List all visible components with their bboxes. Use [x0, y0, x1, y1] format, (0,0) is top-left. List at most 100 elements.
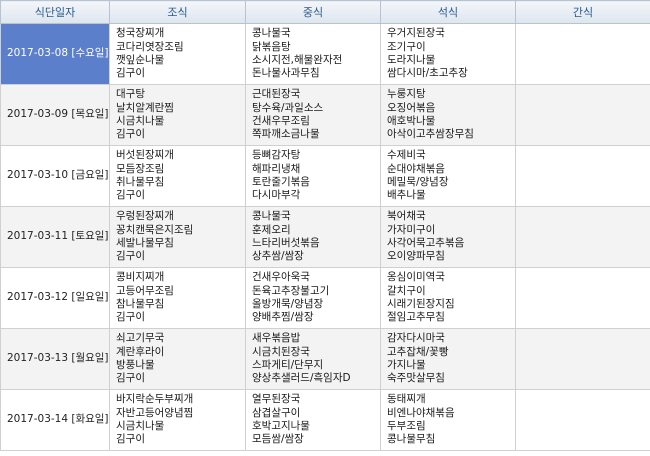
menu-item: 청국장찌개 — [116, 27, 165, 40]
snack-cell — [515, 267, 650, 329]
menu-item: 수제비국 — [387, 149, 426, 162]
menu-item: 계란후라이 — [116, 345, 165, 358]
menu-item: 자반고등어양념찜 — [116, 406, 194, 419]
breakfast-cell: 쇠고기무국 계란후라이 방풍나물 김구이 — [109, 328, 246, 390]
menu-item: 사각어묵고추볶음 — [387, 237, 465, 249]
menu-item: 시금치나물 — [116, 115, 165, 127]
dinner-cell: 수제비국 순대야채볶음 메밀묵/양념장 배추나물 — [380, 145, 516, 207]
date-cell[interactable]: 2017-03-08 [수요일] — [0, 23, 110, 85]
menu-item: 김구이 — [116, 311, 145, 324]
menu-item: 올방개묵/양념장 — [252, 298, 324, 310]
lunch-cell: 콩나물국 닭볶음탕 소시지전,해물완자전 돈나물사과무침 — [245, 23, 381, 85]
menu-item: 양배추찜/쌈장 — [252, 311, 314, 324]
menu-item: 대구탕 — [116, 88, 145, 101]
table-row: 2017-03-12 [일요일] 콩비지찌개 고등어무조림 참나물무침 김구이 건새우아욱… — [0, 267, 650, 329]
menu-item: 상추쌈/쌈장 — [252, 250, 304, 263]
menu-item: 새우볶음밥 — [252, 332, 301, 345]
menu-item: 콩나물국 — [252, 210, 291, 223]
dinner-cell: 북어채국 가자미구이 사각어묵고추볶음 오이양파무침 — [380, 206, 516, 268]
breakfast-cell: 바지락순두부찌개 자반고등어양념찜 시금치나물 김구이 — [109, 389, 246, 451]
table-row: 2017-03-13 [월요일] 쇠고기무국 계란후라이 방풍나물 김구이 새우볶음밥 시금… — [0, 328, 650, 390]
snack-cell — [515, 23, 650, 85]
menu-item: 두부조림 — [387, 420, 426, 432]
table-row: 2017-03-10 [금요일] 버섯된장찌개 모듬장조림 취나물무침 김구이 등뼈감자탕… — [0, 145, 650, 207]
menu-item: 날치알계란찜 — [116, 101, 174, 114]
menu-item: 느타리버섯볶음 — [252, 237, 320, 249]
header-lunch: 중식 — [245, 0, 381, 24]
menu-item: 오이양파무침 — [387, 250, 445, 263]
menu-item: 도라지나물 — [387, 54, 436, 66]
menu-item: 우거지된장국 — [387, 27, 445, 40]
menu-item: 열무된장국 — [252, 393, 301, 406]
menu-item: 가지나물 — [387, 359, 426, 371]
breakfast-cell: 버섯된장찌개 모듬장조림 취나물무침 김구이 — [109, 145, 246, 207]
breakfast-cell: 콩비지찌개 고등어무조림 참나물무침 김구이 — [109, 267, 246, 329]
menu-item: 비엔나야채볶음 — [387, 406, 455, 419]
menu-item: 옹심이미역국 — [387, 271, 445, 284]
date-cell[interactable]: 2017-03-11 [토요일] — [0, 206, 110, 268]
menu-item: 근대된장국 — [252, 88, 301, 101]
menu-item: 콩나물국 — [252, 27, 291, 40]
table-row: 2017-03-14 [화요일] 바지락순두부찌개 자반고등어양념찜 시금치나물 김구이… — [0, 389, 650, 451]
menu-item: 갈치구이 — [387, 284, 426, 297]
menu-item: 건새우아욱국 — [252, 271, 310, 284]
snack-cell — [515, 328, 650, 390]
lunch-cell: 근대된장국 탕수육/과일소스 건새우무조림 쪽파깨소금나물 — [245, 84, 381, 146]
date-cell[interactable]: 2017-03-14 [화요일] — [0, 389, 110, 451]
dinner-cell: 옹심이미역국 갈치구이 시래기된장지짐 절임고추무침 — [380, 267, 516, 329]
date-cell[interactable]: 2017-03-13 [월요일] — [0, 328, 110, 390]
menu-item: 취나물무침 — [116, 176, 165, 188]
menu-item: 건새우무조림 — [252, 115, 310, 127]
breakfast-cell: 대구탕 날치알계란찜 시금치나물 김구이 — [109, 84, 246, 146]
menu-item: 메밀묵/양념장 — [387, 176, 449, 188]
menu-item: 김구이 — [116, 372, 145, 385]
menu-item: 콩비지찌개 — [116, 271, 165, 284]
menu-item: 오징어볶음 — [387, 101, 436, 114]
header-date: 식단일자 — [0, 0, 110, 24]
menu-item: 바지락순두부찌개 — [116, 393, 194, 406]
dinner-cell: 누룽지탕 오징어볶음 애호박나물 아삭이고추쌈장무침 — [380, 84, 516, 146]
menu-item: 조기구이 — [387, 40, 426, 53]
menu-item: 애호박나물 — [387, 115, 436, 127]
date-cell[interactable]: 2017-03-10 [금요일] — [0, 145, 110, 207]
snack-cell — [515, 206, 650, 268]
breakfast-cell: 청국장찌개 코다리엿장조림 깻잎순나물 김구이 — [109, 23, 246, 85]
dinner-cell: 동태찌개 비엔나야채볶음 두부조림 콩나물무침 — [380, 389, 516, 451]
menu-item: 숙주맛살무침 — [387, 372, 445, 385]
meal-schedule-table: 식단일자 조식 중식 석식 간식 2017-03-08 [수요일] 청국장찌개 코다… — [0, 0, 650, 451]
menu-item: 아삭이고추쌈장무침 — [387, 128, 474, 141]
menu-item: 삼겹살구이 — [252, 406, 301, 419]
dinner-cell: 감자다시마국 고추잡채/꽃빵 가지나물 숙주맛살무침 — [380, 328, 516, 390]
snack-cell — [515, 389, 650, 451]
menu-item: 다시마부각 — [252, 189, 301, 202]
menu-item: 고등어무조림 — [116, 284, 174, 297]
date-cell[interactable]: 2017-03-12 [일요일] — [0, 267, 110, 329]
menu-item: 김구이 — [116, 128, 145, 141]
table-row: 2017-03-08 [수요일] 청국장찌개 코다리엿장조림 깻잎순나물 김구이 콩나물국… — [0, 23, 650, 85]
menu-item: 돈나물사과무침 — [252, 67, 320, 80]
menu-item: 우렁된장찌개 — [116, 210, 174, 223]
menu-item: 순대야채볶음 — [387, 162, 445, 175]
menu-item: 방풍나물 — [116, 359, 155, 371]
dinner-cell: 우거지된장국 조기구이 도라지나물 쌈다시마/초고추장 — [380, 23, 516, 85]
table-body: 2017-03-08 [수요일] 청국장찌개 코다리엿장조림 깻잎순나물 김구이 콩나물국… — [0, 23, 650, 451]
menu-item: 누룽지탕 — [387, 88, 426, 101]
date-cell[interactable]: 2017-03-09 [목요일] — [0, 84, 110, 146]
table-row: 2017-03-11 [토요일] 우렁된장찌개 꽁치캔묵은지조림 세발나물무침 김구이 콩… — [0, 206, 650, 268]
menu-item: 김구이 — [116, 433, 145, 446]
header-snack: 간식 — [515, 0, 650, 24]
menu-item: 코다리엿장조림 — [116, 40, 184, 53]
menu-item: 닭볶음탕 — [252, 40, 291, 53]
menu-item: 동태찌개 — [387, 393, 426, 406]
header-breakfast: 조식 — [109, 0, 246, 24]
menu-item: 꽁치캔묵은지조림 — [116, 223, 194, 236]
menu-item: 토란줄기볶음 — [252, 176, 310, 188]
menu-item: 세발나물무침 — [116, 237, 174, 249]
lunch-cell: 콩나물국 훈제오리 느타리버섯볶음 상추쌈/쌈장 — [245, 206, 381, 268]
header-row: 식단일자 조식 중식 석식 간식 — [0, 0, 650, 24]
menu-item: 소시지전,해물완자전 — [252, 54, 343, 66]
menu-item: 가자미구이 — [387, 223, 436, 236]
menu-item: 시금치나물 — [116, 420, 165, 432]
lunch-cell: 건새우아욱국 돈육고추장불고기 올방개묵/양념장 양배추찜/쌈장 — [245, 267, 381, 329]
menu-item: 감자다시마국 — [387, 332, 445, 345]
